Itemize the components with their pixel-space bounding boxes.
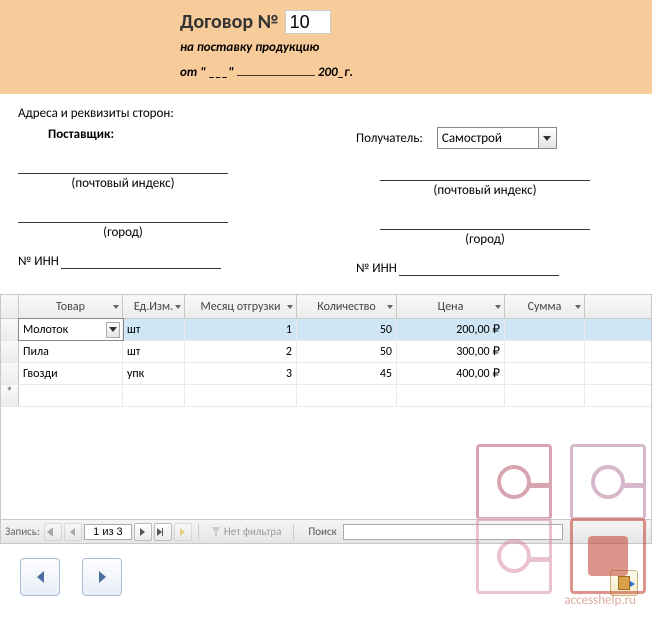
row-selector[interactable]: [1, 385, 19, 406]
cell-sum[interactable]: [505, 363, 585, 384]
record-label: Запись:: [5, 525, 40, 538]
table-row[interactable]: Молотокшт150200,00 ₽: [1, 319, 651, 341]
nav-next-button[interactable]: [134, 523, 152, 541]
addresses-heading: Адреса и реквизиты сторон:: [18, 106, 634, 121]
close-form-button[interactable]: [610, 570, 638, 596]
nav-last-button[interactable]: [154, 523, 172, 541]
row-selector-header[interactable]: [1, 295, 19, 318]
col-product[interactable]: Товар: [19, 295, 123, 318]
cell-product[interactable]: Молоток: [19, 319, 123, 340]
chevron-down-icon[interactable]: [113, 305, 119, 309]
nav-first-button[interactable]: [44, 523, 62, 541]
contract-subtitle: на поставку продукцию: [180, 40, 652, 55]
funnel-icon: [211, 527, 221, 537]
supplier-label: Поставщик:: [48, 127, 296, 142]
record-navigator: Запись: Нет фильтра Поиск: [0, 520, 652, 544]
header-banner: Договор № на поставку продукцию от " ___…: [0, 0, 652, 94]
door-exit-icon: [618, 576, 630, 590]
recipient-combo[interactable]: Самострой: [437, 127, 557, 149]
recipient-inn-label: № ИНН: [356, 261, 397, 276]
contract-title: Договор №: [180, 10, 279, 34]
postal-hint-left: (почтовый индекс): [18, 176, 228, 191]
record-position-input[interactable]: [84, 524, 132, 540]
nav-prev-button[interactable]: [64, 523, 82, 541]
recipient-inn-input[interactable]: [399, 262, 559, 276]
cell-month[interactable]: 1: [185, 319, 297, 340]
datagrid-header: Товар Ед.Изм. Месяц отгрузки Количество …: [1, 295, 651, 319]
chevron-down-icon[interactable]: [287, 305, 293, 309]
chevron-down-icon[interactable]: [106, 322, 120, 338]
cell-unit[interactable]: шт: [123, 319, 185, 340]
row-selector[interactable]: [1, 319, 19, 340]
search-input[interactable]: [343, 524, 563, 540]
chevron-down-icon[interactable]: [575, 305, 581, 309]
row-selector[interactable]: [1, 363, 19, 384]
recipient-label: Получатель:: [356, 131, 423, 146]
recipient-postal-input[interactable]: [380, 163, 590, 181]
search-label: Поиск: [308, 525, 336, 538]
supplier-postal-input[interactable]: [18, 156, 228, 174]
cell-unit[interactable]: упк: [123, 363, 185, 384]
cell-price[interactable]: 400,00 ₽: [397, 363, 505, 384]
cell-price[interactable]: 200,00 ₽: [397, 319, 505, 340]
recipient-city-input[interactable]: [380, 212, 590, 230]
supplier-inn-label: № ИНН: [18, 254, 59, 269]
cell-sum[interactable]: [505, 341, 585, 362]
contract-number-input[interactable]: [285, 10, 331, 34]
cell-product[interactable]: Пила: [19, 341, 123, 362]
form-next-button[interactable]: [82, 558, 122, 596]
cell-qty[interactable]: 50: [297, 319, 397, 340]
chevron-down-icon[interactable]: [538, 128, 556, 148]
filter-status[interactable]: Нет фильтра: [211, 525, 282, 538]
cell-product[interactable]: Гвозди: [19, 363, 123, 384]
city-hint-right: (город): [380, 232, 590, 247]
cell-unit[interactable]: шт: [123, 341, 185, 362]
table-row[interactable]: Пилашт250300,00 ₽: [1, 341, 651, 363]
col-price[interactable]: Цена: [397, 295, 505, 318]
col-unit[interactable]: Ед.Изм.: [123, 295, 185, 318]
col-month[interactable]: Месяц отгрузки: [185, 295, 297, 318]
row-selector[interactable]: [1, 341, 19, 362]
table-row[interactable]: Гвоздиупк345400,00 ₽: [1, 363, 651, 385]
col-sum[interactable]: Сумма: [505, 295, 585, 318]
cell-month[interactable]: 2: [185, 341, 297, 362]
items-datagrid[interactable]: Товар Ед.Изм. Месяц отгрузки Количество …: [0, 294, 652, 520]
cell-month[interactable]: 3: [185, 363, 297, 384]
cell-qty[interactable]: 45: [297, 363, 397, 384]
supplier-inn-input[interactable]: [61, 255, 221, 269]
col-qty[interactable]: Количество: [297, 295, 397, 318]
nav-new-button[interactable]: [174, 523, 192, 541]
supplier-city-input[interactable]: [18, 205, 228, 223]
chevron-down-icon[interactable]: [495, 305, 501, 309]
contract-date-line: от " ___" 200_г.: [180, 65, 652, 80]
form-prev-button[interactable]: [20, 558, 60, 596]
cell-qty[interactable]: 50: [297, 341, 397, 362]
new-record-row[interactable]: [1, 385, 651, 407]
cell-price[interactable]: 300,00 ₽: [397, 341, 505, 362]
cell-sum[interactable]: [505, 319, 585, 340]
postal-hint-right: (почтовый индекс): [380, 183, 590, 198]
chevron-down-icon[interactable]: [387, 305, 393, 309]
chevron-down-icon[interactable]: [175, 305, 181, 309]
city-hint-left: (город): [18, 225, 228, 240]
